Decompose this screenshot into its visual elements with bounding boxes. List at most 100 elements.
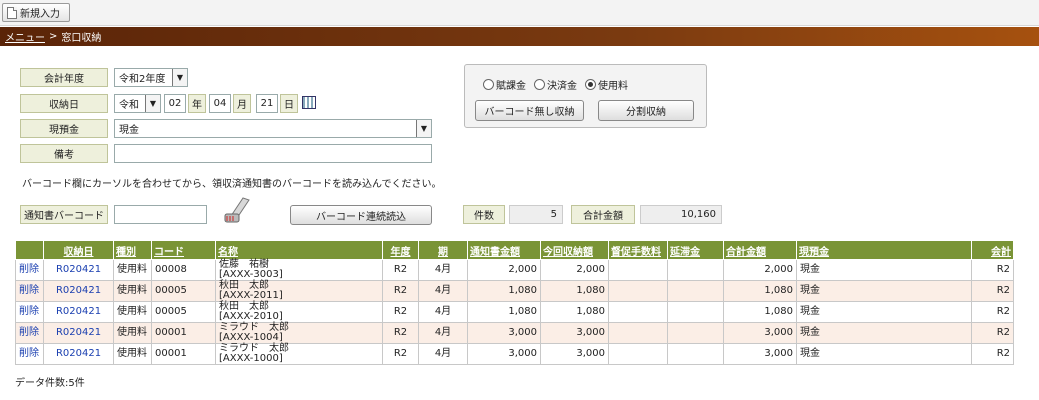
code-cell: 00005: [151, 280, 216, 302]
radio-settlement-label: 決済金: [547, 81, 577, 92]
notice-amount-cell: 3,000: [467, 322, 541, 344]
calendar-icon[interactable]: [302, 96, 316, 109]
late-cell: [667, 280, 724, 302]
account-cell: R2: [971, 301, 1014, 323]
no-barcode-receipt-button[interactable]: バーコード無し収納: [475, 100, 584, 121]
fee-cell: [608, 301, 668, 323]
col-header-fee[interactable]: 督促手数料: [608, 240, 668, 260]
date-link[interactable]: R020421: [43, 343, 114, 365]
radio-levy-label: 賦課金: [496, 81, 526, 92]
breadcrumb-menu-link[interactable]: メニュー: [5, 29, 45, 44]
receipt-date-label: 収納日: [20, 94, 108, 113]
remarks-input[interactable]: [114, 144, 432, 163]
era-select[interactable]: 令和 ▼: [114, 94, 161, 113]
year-cell: R2: [382, 280, 419, 302]
code-cell: 00008: [151, 259, 216, 281]
cash-cell: 現金: [796, 301, 972, 323]
chevron-down-icon: ▼: [172, 69, 187, 86]
month-input[interactable]: 04: [209, 94, 231, 113]
radio-usage-fee-dot[interactable]: [585, 79, 596, 90]
cash-value: 現金: [119, 125, 139, 136]
table-row: 削除 R020421 使用料 00005 秋田 太郎 [AXXX-2010] R2…: [15, 301, 1014, 323]
type-cell: 使用料: [113, 322, 152, 344]
type-cell: 使用料: [113, 301, 152, 323]
date-link[interactable]: R020421: [43, 322, 114, 344]
col-header-date[interactable]: 収納日: [43, 240, 114, 260]
col-header-type[interactable]: 種別: [113, 240, 152, 260]
delete-link[interactable]: 削除: [15, 259, 44, 281]
col-header-code[interactable]: コード: [151, 240, 216, 260]
delete-link[interactable]: 削除: [15, 343, 44, 365]
count-label: 件数: [463, 205, 505, 224]
remarks-label: 備考: [20, 144, 108, 163]
total-cell: 2,000: [723, 259, 797, 281]
col-header-account[interactable]: 会計: [971, 240, 1014, 260]
delete-link[interactable]: 削除: [15, 301, 44, 323]
radio-levy[interactable]: 賦課金: [483, 77, 526, 92]
year-cell: R2: [382, 259, 419, 281]
fee-cell: [608, 322, 668, 344]
radio-settlement[interactable]: 決済金: [534, 77, 577, 92]
received-cell: 3,000: [540, 322, 609, 344]
month-unit: 月: [233, 94, 251, 113]
split-receipt-button[interactable]: 分割収納: [598, 100, 694, 121]
new-entry-button[interactable]: 新規入力: [2, 3, 70, 22]
day-input[interactable]: 21: [256, 94, 278, 113]
col-header-action: [15, 240, 44, 260]
notice-amount-cell: 1,080: [467, 301, 541, 323]
radio-levy-dot[interactable]: [483, 79, 494, 90]
col-header-total[interactable]: 合計金額: [723, 240, 797, 260]
count-value: 5: [509, 205, 563, 224]
name-cell: 秋田 太郎 [AXXX-2010]: [215, 301, 383, 323]
id-text: [AXXX-2010]: [219, 311, 283, 322]
code-cell: 00001: [151, 343, 216, 365]
name-cell: 佐藤 祐樹 [AXXX-3003]: [215, 259, 383, 281]
radio-settlement-dot[interactable]: [534, 79, 545, 90]
late-cell: [667, 259, 724, 281]
col-header-name[interactable]: 名称: [215, 240, 383, 260]
cash-label: 現預金: [20, 119, 108, 138]
delete-link[interactable]: 削除: [15, 280, 44, 302]
period-cell: 4月: [418, 259, 468, 281]
period-cell: 4月: [418, 322, 468, 344]
barcode-label: 通知書バーコード: [20, 205, 108, 224]
col-header-year[interactable]: 年度: [382, 240, 419, 260]
received-cell: 1,080: [540, 280, 609, 302]
name-cell: ミラウド 太郎 [AXXX-1000]: [215, 343, 383, 365]
col-header-notice-amount[interactable]: 通知書金額: [467, 240, 541, 260]
table-header-row: 収納日 種別 コード 名称 年度 期 通知書金額 今回収納額 督促手数料 延滞金…: [15, 240, 1014, 260]
era-value: 令和: [119, 100, 139, 111]
barcode-read-button[interactable]: バーコード連続読込: [290, 205, 432, 225]
col-header-period[interactable]: 期: [418, 240, 468, 260]
year-input[interactable]: 02: [164, 94, 186, 113]
chevron-down-icon: ▼: [145, 95, 160, 112]
date-link[interactable]: R020421: [43, 259, 114, 281]
col-header-cash[interactable]: 現預金: [796, 240, 972, 260]
receipt-table: 収納日 種別 コード 名称 年度 期 通知書金額 今回収納額 督促手数料 延滞金…: [15, 240, 1014, 365]
date-link[interactable]: R020421: [43, 280, 114, 302]
type-cell: 使用料: [113, 259, 152, 281]
total-value: 10,160: [640, 205, 722, 224]
radio-usage-fee-label: 使用料: [598, 81, 628, 92]
cash-cell: 現金: [796, 280, 972, 302]
year-cell: R2: [382, 322, 419, 344]
table-row: 削除 R020421 使用料 00008 佐藤 祐樹 [AXXX-3003] R2…: [15, 259, 1014, 281]
table-row: 削除 R020421 使用料 00001 ミラウド 太郎 [AXXX-1000] …: [15, 343, 1014, 365]
late-cell: [667, 301, 724, 323]
day-unit: 日: [280, 94, 298, 113]
breadcrumb: メニュー > 窓口収納: [0, 27, 1039, 46]
date-link[interactable]: R020421: [43, 301, 114, 323]
barcode-input[interactable]: [114, 205, 207, 224]
account-cell: R2: [971, 259, 1014, 281]
radio-usage-fee[interactable]: 使用料: [585, 77, 628, 92]
delete-link[interactable]: 削除: [15, 322, 44, 344]
cash-select[interactable]: 現金 ▼: [114, 119, 432, 138]
breadcrumb-current: 窓口収納: [61, 33, 102, 44]
id-text: [AXXX-1004]: [219, 332, 283, 343]
col-header-received[interactable]: 今回収納額: [540, 240, 609, 260]
col-header-late[interactable]: 延滞金: [667, 240, 724, 260]
document-icon: [7, 6, 17, 19]
id-text: [AXXX-1000]: [219, 353, 283, 364]
fiscal-year-select[interactable]: 令和2年度 ▼: [114, 68, 188, 87]
code-cell: 00001: [151, 322, 216, 344]
